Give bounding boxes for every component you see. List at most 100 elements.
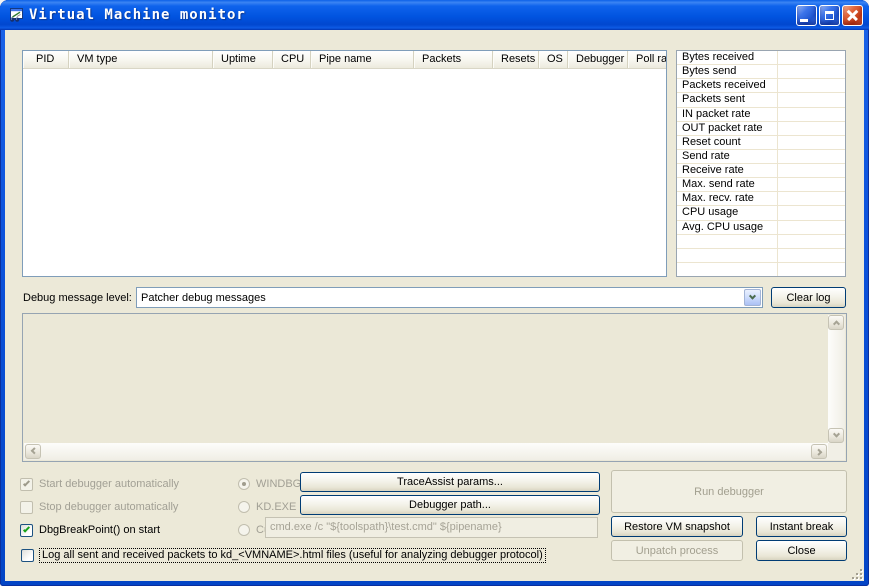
stats-panel: Bytes received Bytes send Packets receiv… bbox=[676, 50, 846, 277]
vm-list[interactable]: PID VM type Uptime CPU Pipe name Packets… bbox=[22, 50, 667, 277]
debug-level-select[interactable]: Patcher debug messages bbox=[136, 287, 763, 308]
stat-value bbox=[778, 150, 845, 163]
column-header-packets[interactable]: Packets bbox=[414, 51, 493, 68]
run-debugger-button[interactable]: Run debugger bbox=[611, 470, 847, 513]
chevron-up-icon bbox=[832, 320, 840, 328]
checkbox-icon bbox=[21, 548, 34, 562]
stat-label bbox=[677, 262, 778, 276]
horizontal-scrollbar[interactable] bbox=[24, 443, 828, 460]
stat-row: Max. send rate bbox=[677, 178, 845, 193]
stat-row: Avg. CPU usage bbox=[677, 220, 845, 235]
log-output-area[interactable] bbox=[22, 313, 847, 462]
scroll-down-button[interactable] bbox=[828, 428, 844, 443]
stat-label: Packets received bbox=[677, 79, 778, 93]
stat-value bbox=[778, 79, 845, 92]
column-header-pollrate[interactable]: Poll rate bbox=[628, 51, 666, 68]
stat-value bbox=[778, 235, 845, 248]
stat-row: OUT packet rate bbox=[677, 121, 845, 136]
stat-label: Avg. CPU usage bbox=[677, 220, 778, 234]
stat-label: Bytes received bbox=[677, 51, 778, 65]
resize-grip[interactable] bbox=[848, 565, 862, 579]
scroll-right-button[interactable] bbox=[811, 444, 827, 459]
checkbox-label: Start debugger automatically bbox=[39, 478, 180, 490]
stat-label: Send rate bbox=[677, 149, 778, 163]
stat-row: Bytes received bbox=[677, 51, 845, 66]
checkbox-icon bbox=[20, 500, 33, 514]
minimize-button[interactable] bbox=[796, 5, 817, 26]
chevron-left-icon bbox=[30, 447, 38, 455]
traceassist-params-button[interactable]: TraceAssist params... bbox=[300, 472, 600, 492]
stat-value bbox=[778, 51, 845, 64]
app-icon[interactable] bbox=[8, 7, 24, 23]
checkbox-icon bbox=[20, 523, 33, 537]
checkbox-start-debugger[interactable]: Start debugger automatically bbox=[20, 477, 179, 491]
stat-label: IN packet rate bbox=[677, 107, 778, 121]
stat-row: Max. recv. rate bbox=[677, 192, 845, 207]
scroll-up-button[interactable] bbox=[828, 315, 844, 330]
stat-label: Max. recv. rate bbox=[677, 192, 778, 206]
vertical-scrollbar[interactable] bbox=[828, 315, 845, 443]
vm-list-header: PID VM type Uptime CPU Pipe name Packets… bbox=[23, 51, 666, 69]
close-icon bbox=[846, 9, 859, 22]
custom-command-field[interactable]: cmd.exe /c "${toolspath}\test.cmd" ${pip… bbox=[265, 517, 598, 538]
column-header-debugger[interactable]: Debugger bbox=[568, 51, 628, 68]
chevron-down-icon[interactable] bbox=[744, 289, 761, 306]
stat-value bbox=[778, 263, 845, 276]
column-header-pipe[interactable]: Pipe name bbox=[311, 51, 414, 68]
window-title: Virtual Machine monitor bbox=[29, 7, 246, 23]
stat-label bbox=[677, 234, 778, 248]
checkbox-label: Stop debugger automatically bbox=[39, 501, 179, 513]
radio-label: KD.EXE bbox=[256, 501, 297, 513]
stat-row: Reset count bbox=[677, 135, 845, 150]
debugger-path-button[interactable]: Debugger path... bbox=[300, 495, 600, 515]
stat-row bbox=[677, 234, 845, 249]
checkbox-log-packets[interactable]: Log all sent and received packets to kd_… bbox=[21, 547, 546, 563]
column-header-pid[interactable]: PID bbox=[23, 51, 69, 68]
stat-value bbox=[778, 164, 845, 177]
maximize-icon bbox=[825, 11, 834, 20]
debug-level-value: Patcher debug messages bbox=[141, 291, 266, 304]
stat-label: OUT packet rate bbox=[677, 121, 778, 135]
column-header-resets[interactable]: Resets bbox=[493, 51, 539, 68]
checkbox-dbgbreakpoint[interactable]: DbgBreakPoint() on start bbox=[20, 523, 160, 537]
maximize-button[interactable] bbox=[819, 5, 840, 26]
stat-label: Receive rate bbox=[677, 164, 778, 178]
close-window-button[interactable] bbox=[842, 5, 863, 26]
stat-value bbox=[778, 249, 845, 262]
stat-value bbox=[778, 178, 845, 191]
title-bar[interactable]: Virtual Machine monitor bbox=[0, 0, 869, 30]
stat-row: CPU usage bbox=[677, 206, 845, 221]
column-header-cpu[interactable]: CPU bbox=[273, 51, 311, 68]
checkbox-label: Log all sent and received packets to kd_… bbox=[39, 547, 546, 563]
close-button[interactable]: Close bbox=[756, 540, 847, 561]
stat-label bbox=[677, 248, 778, 262]
stat-row: Packets received bbox=[677, 79, 845, 94]
unpatch-process-button[interactable]: Unpatch process bbox=[611, 540, 743, 561]
stat-row: Packets sent bbox=[677, 93, 845, 108]
clear-log-button[interactable]: Clear log bbox=[771, 287, 846, 308]
stat-row: Send rate bbox=[677, 149, 845, 164]
stat-value bbox=[778, 65, 845, 78]
column-header-vm-type[interactable]: VM type bbox=[69, 51, 213, 68]
column-header-os[interactable]: OS bbox=[539, 51, 568, 68]
stat-row bbox=[677, 248, 845, 263]
stat-row bbox=[677, 262, 845, 276]
stat-value bbox=[778, 93, 845, 106]
checkbox-icon bbox=[20, 477, 33, 491]
stat-value bbox=[778, 136, 845, 149]
stat-row: Receive rate bbox=[677, 164, 845, 179]
checkbox-stop-debugger[interactable]: Stop debugger automatically bbox=[20, 500, 178, 514]
stat-label: CPU usage bbox=[677, 206, 778, 220]
scroll-left-button[interactable] bbox=[25, 444, 41, 459]
debug-level-label: Debug message level: bbox=[23, 292, 132, 304]
vm-list-body[interactable] bbox=[23, 69, 666, 276]
column-header-uptime[interactable]: Uptime bbox=[213, 51, 273, 68]
radio-kd[interactable]: KD.EXE bbox=[238, 500, 296, 514]
stat-value bbox=[778, 206, 845, 219]
dialog-client-area: PID VM type Uptime CPU Pipe name Packets… bbox=[5, 30, 864, 581]
stat-label: Packets sent bbox=[677, 93, 778, 107]
vm-monitor-window: Virtual Machine monitor PID VM type Upti… bbox=[0, 0, 869, 586]
radio-icon bbox=[238, 478, 250, 490]
instant-break-button[interactable]: Instant break bbox=[756, 516, 847, 537]
restore-vm-snapshot-button[interactable]: Restore VM snapshot bbox=[611, 516, 743, 537]
